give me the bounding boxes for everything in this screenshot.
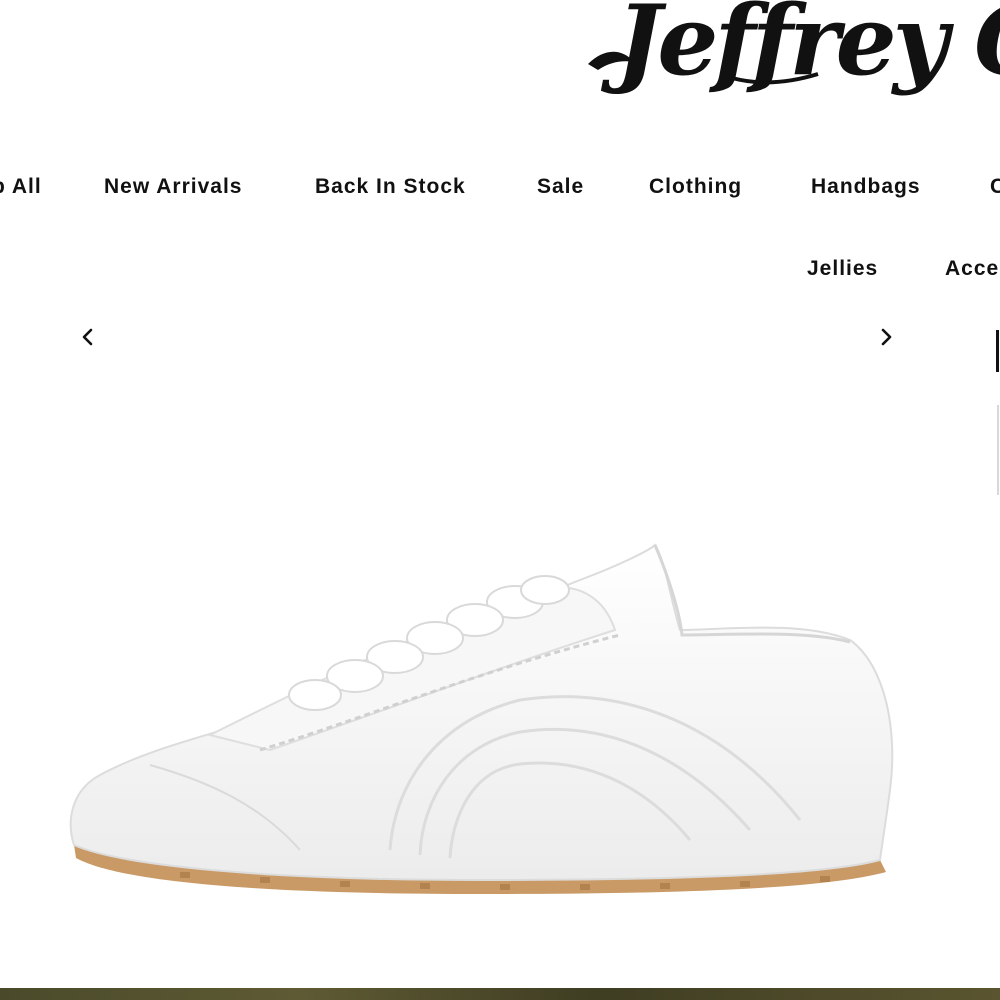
thumbnail-divider [997,405,999,495]
carousel-prev-button[interactable] [73,322,103,352]
main-nav: p All New Arrivals Back In Stock Sale Cl… [0,172,1000,202]
brand-logo[interactable]: Jeffrey C [582,0,1000,102]
nav-item-jellies[interactable]: Jellies [807,254,878,284]
sneaker-illustration [69,543,894,894]
product-page: Jeffrey C p All New Arrivals Back In Sto… [0,0,1000,1000]
carousel-next-button[interactable] [871,322,901,352]
nav-item-handbags[interactable]: Handbags [811,172,921,202]
nav-item-cut-off[interactable]: C [990,172,1000,202]
nav-item-sale[interactable]: Sale [537,172,584,202]
logo-text: Jeffrey C [600,0,1000,97]
nav-item-clothing[interactable]: Clothing [649,172,742,202]
chevron-left-icon [82,328,93,346]
chevron-right-icon [881,328,892,346]
main-nav-row-2: Jellies Acce [0,254,1000,284]
nav-item-shop-all[interactable]: p All [0,172,42,202]
product-image[interactable] [60,520,920,900]
nav-item-new-arrivals[interactable]: New Arrivals [104,172,242,202]
thumbnail-strip-edge[interactable] [996,330,999,372]
brand-logo-graphic: Jeffrey C [588,0,1000,97]
background-image-strip [0,988,1000,1000]
nav-item-back-in-stock[interactable]: Back In Stock [315,172,466,202]
nav-item-accessories[interactable]: Acce [945,254,999,284]
